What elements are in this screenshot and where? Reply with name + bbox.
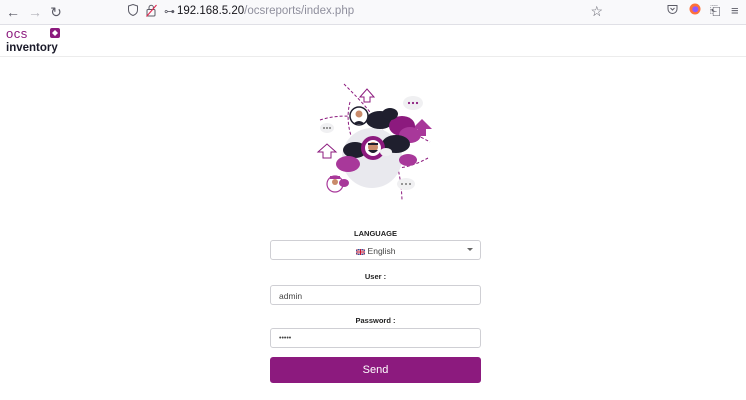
send-button[interactable]: Send xyxy=(270,357,481,383)
menu-icon[interactable]: ≡ xyxy=(731,3,739,18)
address-bar[interactable]: ⊶ 192.168.5.20/ocsreports/index.php ☆ xyxy=(115,2,611,22)
app-header: ocs inventory xyxy=(0,25,746,57)
password-input[interactable]: ••••• xyxy=(270,328,481,348)
shield-icon[interactable] xyxy=(128,3,138,19)
back-arrow-icon[interactable]: ← xyxy=(4,3,22,21)
user-input[interactable]: admin xyxy=(270,285,481,305)
reload-icon[interactable]: ↻ xyxy=(47,3,65,21)
url-text[interactable]: 192.168.5.20/ocsreports/index.php xyxy=(177,5,354,17)
chevron-down-icon xyxy=(467,248,473,251)
user-value: admin xyxy=(279,291,303,301)
user-label: User : xyxy=(364,272,387,281)
browser-toolbar: ← → ↻ ⊶ 192.168.5.20/ocsreports/index.ph… xyxy=(0,0,746,25)
password-value: ••••• xyxy=(279,335,292,342)
ocs-inventory-logo[interactable]: ocs inventory xyxy=(6,26,66,60)
forward-arrow-icon[interactable]: → xyxy=(26,3,44,21)
language-label: LANGUAGE xyxy=(354,229,397,238)
language-select[interactable]: English xyxy=(270,240,481,260)
firefox-account-icon[interactable] xyxy=(689,3,701,18)
insecure-lock-icon[interactable] xyxy=(146,4,157,22)
key-icon[interactable]: ⊶ xyxy=(164,5,175,18)
password-label: Password : xyxy=(355,316,396,325)
extensions-icon[interactable]: ⎗ xyxy=(710,3,720,19)
svg-text:inventory: inventory xyxy=(6,42,58,54)
uk-flag-icon xyxy=(355,247,365,256)
svg-text:ocs: ocs xyxy=(6,27,28,41)
pocket-icon[interactable] xyxy=(667,3,678,18)
language-value: English xyxy=(367,246,396,256)
people-clouds-illustration xyxy=(310,80,436,204)
star-icon[interactable]: ☆ xyxy=(590,3,603,20)
